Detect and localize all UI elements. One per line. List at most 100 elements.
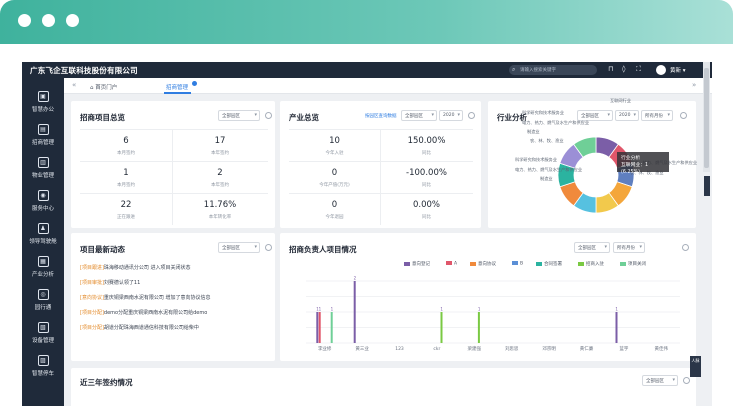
signing-card: 近三年签约情况 全部园区 [71, 368, 696, 406]
divider [289, 129, 473, 130]
cockpit-icon: ♟ [37, 223, 49, 234]
x-tick-label: 黄佳伟 [655, 345, 669, 352]
investment-icon: ▤ [37, 124, 49, 135]
month-select[interactable]: 所有月份 [641, 110, 673, 121]
bar-value-label: 1 [615, 307, 618, 312]
equipment-icon: ▧ [37, 322, 49, 333]
bar[interactable] [353, 281, 356, 343]
x-tick-label: 李业修 [318, 345, 332, 352]
owner-bar-chart[interactable]: 李业修1 1 1黄三业2123 ckr1梁建强1刘思思 邓宗明 黄仁廉 蓝宇1黄佳伟 [280, 233, 696, 361]
sidebar: ▣ 智慧办公 ▤ 招商管理 ▥ 物业管理 ◉ 服务中心 ♟ 领导驾驶舱 ▦ 产业分析 ◎ 园行… [22, 78, 64, 406]
sidebar-item-label: 领导驾驶舱 [29, 239, 57, 245]
side-handle[interactable]: 人脉 [690, 356, 701, 377]
bar[interactable] [330, 312, 333, 343]
refresh-icon[interactable] [265, 244, 272, 251]
tab-home[interactable]: ⌂ 首页门户 [90, 83, 117, 91]
news-item[interactable]: [项目审批]刘赛德认领了11 [80, 279, 290, 286]
card-title: 项目最新动态 [80, 245, 125, 254]
tab-bar: « ⌂ 首页门户 招商管理 » ⌄ [64, 78, 712, 94]
user-name[interactable]: 黄新 ▾ [670, 66, 686, 74]
year-select[interactable]: 2020 [439, 110, 463, 121]
x-tick-label: 蓝宇 [619, 345, 628, 352]
divider [289, 161, 473, 162]
year-select[interactable]: 2020 [615, 110, 639, 121]
pie-label: 制造业 [527, 129, 540, 134]
park-filter-select[interactable]: 全部园区 [401, 110, 437, 121]
bar[interactable] [477, 312, 480, 343]
news-item[interactable]: [项目分配]胡道分配珠海西道通信科技有限公司给柴中 [80, 324, 290, 331]
refresh-icon[interactable] [265, 112, 272, 119]
search-input[interactable]: ⌕ 请输入搜索关键字 [509, 65, 597, 75]
double-chevron-right-icon[interactable]: » [692, 81, 696, 89]
side-tab[interactable] [704, 176, 710, 196]
bag-icon[interactable]: ⊓ [608, 65, 613, 73]
divider [289, 193, 473, 194]
scrollbar-thumb[interactable] [704, 68, 709, 168]
window-dot-icon[interactable] [66, 14, 79, 27]
sidebar-item-label: 智慧办公 [31, 107, 54, 113]
refresh-icon[interactable] [680, 112, 687, 119]
fullscreen-icon[interactable]: ⛶ [636, 65, 641, 74]
sidebar-item-office[interactable]: ▣ 智慧办公 [22, 88, 64, 121]
search-icon: ⌕ [512, 66, 516, 73]
park-filter-select[interactable]: 全部园区 [218, 110, 260, 121]
active-tab-indicator [164, 92, 191, 94]
sidebar-item-property[interactable]: ▥ 物业管理 [22, 154, 64, 187]
stat-month-signed: 6 本月签约 [117, 136, 135, 156]
sidebar-item-label: 招商管理 [31, 140, 54, 146]
stat-yoy: 150.00% 同比 [407, 136, 446, 156]
office-icon: ▣ [37, 91, 49, 102]
sidebar-item-equipment[interactable]: ▧ 设备管理 [22, 319, 64, 352]
industry-summary-card: 产业总览 按园区查询数据 全部园区 2020 10今年入驻 150.00%同比 … [280, 101, 481, 228]
tab-investment[interactable]: 招商管理 [166, 83, 188, 91]
pie-label: 科学研究和技术服务业 [515, 157, 557, 162]
double-chevron-left-icon[interactable]: « [72, 81, 76, 89]
stat-year-exit: 0 今年退园 [325, 200, 344, 220]
pie-label: 科学研究和技术服务业 [522, 110, 564, 115]
sidebar-item-park-pass[interactable]: ◎ 园行通 [22, 286, 64, 319]
bar[interactable] [316, 312, 319, 343]
divider [80, 129, 268, 130]
news-item[interactable]: [项目跟进]珠海移动通讯分公司 进入项目关闭状态 [80, 264, 290, 271]
query-by-park-link[interactable]: 按园区查询数据 [365, 113, 397, 119]
tab-badge [192, 81, 197, 86]
divider [80, 161, 268, 162]
news-item[interactable]: [意向协议]重庆铜梁西南水泥有限公司 增加了意向协议信息 [80, 294, 290, 301]
park-pass-icon: ◎ [37, 289, 49, 300]
sidebar-item-cockpit[interactable]: ♟ 领导驾驶舱 [22, 220, 64, 253]
bar[interactable] [318, 312, 321, 343]
stat-year-signed: 17 本年签约 [211, 136, 229, 156]
news-item[interactable]: [项目分配]demo分配重庆铜梁西南水泥有限公司给demo [80, 309, 290, 316]
sidebar-item-service[interactable]: ◉ 服务中心 [22, 187, 64, 220]
sidebar-item-label: 服务中心 [31, 206, 54, 212]
x-tick-label: 梁建强 [468, 345, 482, 352]
avatar[interactable] [656, 65, 666, 75]
bell-icon[interactable]: ◊ [622, 65, 625, 73]
divider [80, 193, 268, 194]
bar-value-label: 1 [331, 307, 334, 312]
bar[interactable] [615, 312, 618, 343]
stat-yoy: 0.00% 同比 [412, 200, 440, 220]
park-filter-select[interactable]: 全部园区 [218, 242, 260, 253]
x-tick-label: 邓宗明 [542, 345, 556, 352]
bar-value-label: 2 [354, 276, 357, 281]
stat-year-signed: 2 本年签约 [211, 168, 229, 188]
refresh-icon[interactable] [468, 112, 475, 119]
stat-year-entry: 10 今年入驻 [325, 136, 344, 156]
sidebar-item-investment[interactable]: ▤ 招商管理 [22, 121, 64, 154]
bar[interactable] [440, 312, 443, 343]
refresh-icon[interactable] [683, 377, 690, 384]
park-filter-select[interactable]: 全部园区 [642, 375, 678, 386]
window-dot-icon[interactable] [42, 14, 55, 27]
parking-icon: ▨ [37, 355, 49, 366]
sidebar-item-industry[interactable]: ▦ 产业分析 [22, 253, 64, 286]
app-window: 广东飞企互联科技股份有限公司 ⌕ 请输入搜索关键字 ⊓ ◊ ⛶ 黄新 ▾ ▣ 智慧… [22, 62, 712, 406]
pie-label: 农、林、牧、渔业 [530, 138, 564, 143]
sidebar-item-parking[interactable]: ▨ 智慧停车 [22, 352, 64, 385]
window-dot-icon[interactable] [18, 14, 31, 27]
tooltip-title: 行业分析 [621, 156, 641, 161]
stat-conversion-rate: 11.76% 本年转化率 [203, 200, 237, 220]
sidebar-item-label: 设备管理 [31, 338, 54, 344]
card-title: 产业总览 [289, 113, 319, 122]
service-icon: ◉ [37, 190, 49, 201]
